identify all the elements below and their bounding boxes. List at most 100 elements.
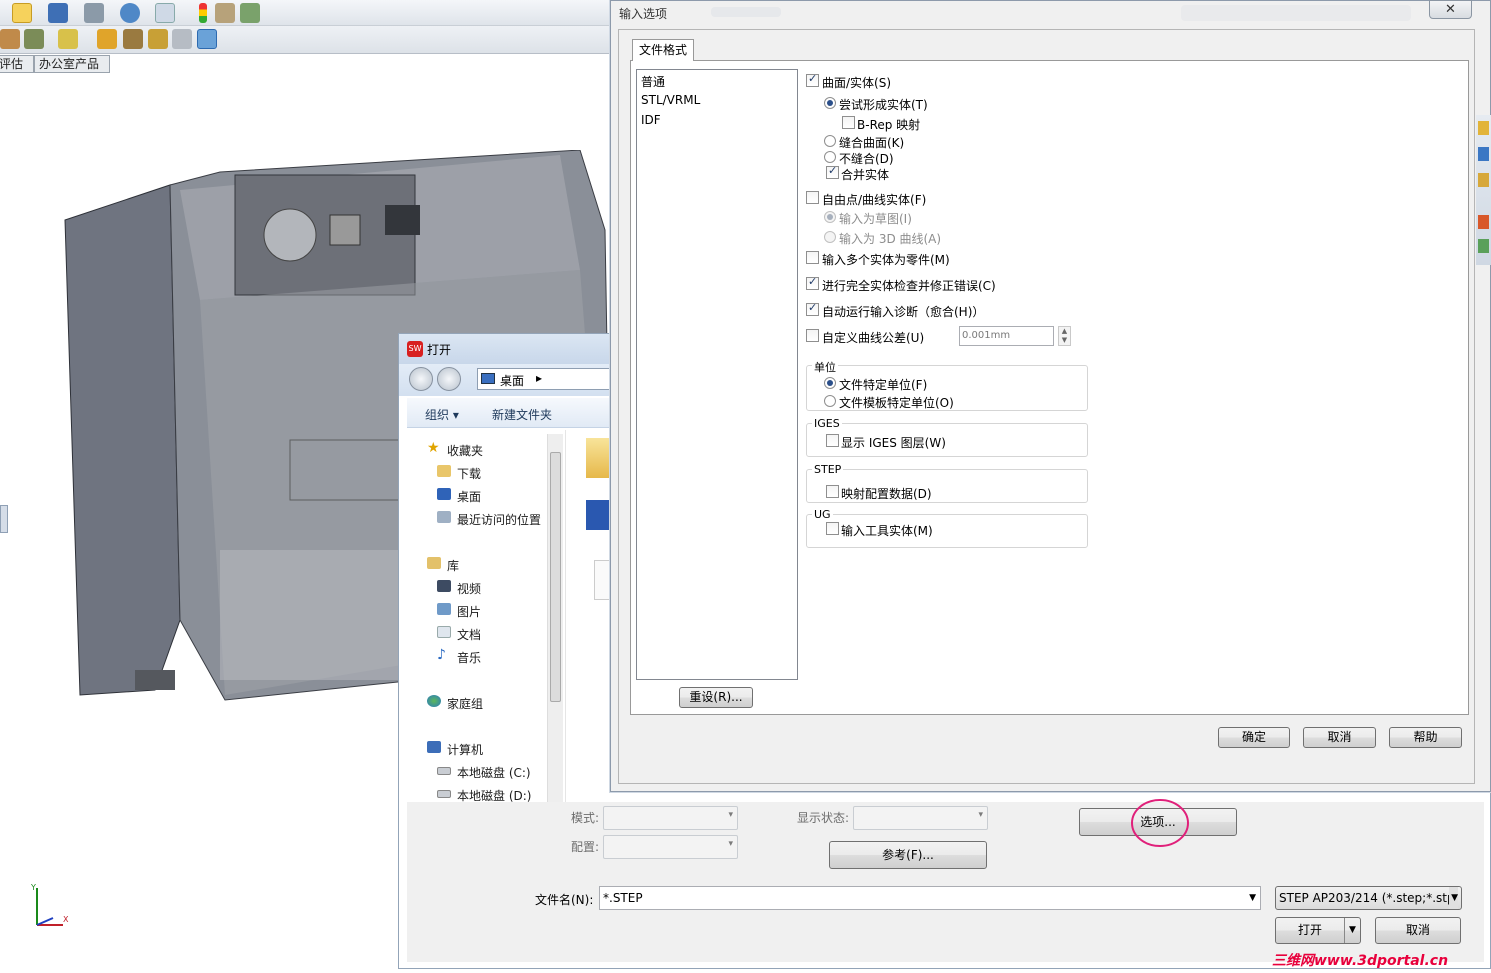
tool-icon-8[interactable] <box>197 29 217 49</box>
show-iges-levels-checkbox[interactable] <box>826 434 839 447</box>
try-form-solid-radio[interactable] <box>824 97 836 109</box>
cancel-button[interactable]: 取消 <box>1303 727 1376 748</box>
computer-tree-icon <box>427 741 441 753</box>
tree-computer[interactable]: 计算机 <box>447 741 483 758</box>
tree-downloads[interactable]: 下载 <box>457 465 481 482</box>
map-config-data-checkbox[interactable] <box>826 485 839 498</box>
template-units-radio[interactable] <box>824 395 836 407</box>
surfaces-solids-checkbox[interactable] <box>806 72 819 87</box>
task-pane-icon-2[interactable] <box>1478 147 1489 161</box>
full-check-checkbox[interactable] <box>806 275 819 290</box>
side-collapse-handle[interactable] <box>0 505 8 533</box>
custom-tolerance-checkbox[interactable] <box>806 329 819 342</box>
tool-icon-4[interactable] <box>97 29 117 49</box>
mode-select[interactable] <box>603 806 738 830</box>
folder-icon[interactable] <box>586 438 612 478</box>
ok-button[interactable]: 确定 <box>1218 727 1290 748</box>
forward-button[interactable] <box>437 367 461 391</box>
breadcrumb-arrow-icon[interactable]: ▸ <box>536 371 542 385</box>
format-item-general[interactable]: 普通 <box>641 73 665 90</box>
import-tool-bodies-checkbox[interactable] <box>826 522 839 535</box>
import-as-3d-curve-radio[interactable] <box>824 231 836 243</box>
config-select[interactable] <box>603 835 738 859</box>
tree-pictures[interactable]: 图片 <box>457 603 481 620</box>
open-cancel-button[interactable]: 取消 <box>1375 917 1461 944</box>
tree-libraries[interactable]: 库 <box>447 557 459 574</box>
task-pane-icon-4[interactable] <box>1478 215 1489 229</box>
tree-disk-c[interactable]: 本地磁盘 (C:) <box>457 764 531 781</box>
open-button[interactable]: 打开 ▼ <box>1275 917 1361 944</box>
tree-desktop[interactable]: 桌面 <box>457 488 481 505</box>
tool-icon-5[interactable] <box>123 29 143 49</box>
task-pane-icon-3[interactable] <box>1478 173 1489 187</box>
merge-entities-label: 合并实体 <box>841 168 890 182</box>
file-units-radio[interactable] <box>824 377 836 389</box>
properties-icon[interactable] <box>240 3 260 23</box>
free-point-curve-checkbox[interactable] <box>806 191 819 204</box>
tool-icon-3[interactable] <box>58 29 78 49</box>
filename-input[interactable]: *.STEP ▼ <box>599 886 1261 910</box>
template-units-label: 文件模板特定单位(O) <box>839 396 954 410</box>
axis-y-label: Y <box>30 883 36 892</box>
format-list[interactable]: 普通 STL/VRML IDF <box>636 69 798 680</box>
options-icon[interactable] <box>215 3 235 23</box>
tool-icon-1[interactable] <box>0 29 20 49</box>
tree-music[interactable]: 音乐 <box>457 649 481 666</box>
tree-videos[interactable]: 视频 <box>457 580 481 597</box>
knit-surfaces-label: 缝合曲面(K) <box>839 136 905 150</box>
tolerance-spinner-icon[interactable]: ▲ ▼ <box>1058 326 1071 346</box>
tool-icon-6[interactable] <box>148 29 168 49</box>
format-item-idf[interactable]: IDF <box>641 113 661 127</box>
filename-dropdown-icon[interactable]: ▼ <box>1249 887 1256 909</box>
tree-recent[interactable]: 最近访问的位置 <box>457 511 541 528</box>
filetype-dropdown-icon[interactable]: ▼ <box>1449 887 1458 909</box>
tab-office-products[interactable]: 办公室产品 <box>34 55 110 73</box>
tree-scrollbar[interactable] <box>547 434 563 802</box>
select-icon[interactable] <box>155 3 175 23</box>
print-icon[interactable] <box>84 3 104 23</box>
import-as-sketch-radio[interactable] <box>824 211 836 223</box>
organize-button[interactable]: 组织 ▾ <box>425 406 459 423</box>
auto-diagnostics-checkbox[interactable] <box>806 301 819 316</box>
import-multiple-bodies-checkbox[interactable] <box>806 251 819 264</box>
save-icon[interactable] <box>48 3 68 23</box>
disk-c-icon <box>437 767 451 775</box>
coordinate-triad: Y X <box>30 883 69 926</box>
surfaces-solids-label: 曲面/实体(S) <box>822 76 892 90</box>
tab-file-format[interactable]: 文件格式 <box>632 39 694 61</box>
task-pane-icon-1[interactable] <box>1478 121 1489 135</box>
open-file-icon[interactable] <box>12 3 32 23</box>
tree-favorites[interactable]: 收藏夹 <box>447 442 483 459</box>
rebuild-icon[interactable] <box>199 3 207 23</box>
tolerance-input[interactable]: 0.001mm <box>959 326 1054 346</box>
back-button[interactable] <box>409 367 433 391</box>
display-state-select[interactable] <box>853 806 988 830</box>
reset-button[interactable]: 重设(R)... <box>679 687 753 708</box>
close-button[interactable]: ✕ <box>1429 0 1472 19</box>
open-split-arrow-icon[interactable]: ▼ <box>1344 918 1360 943</box>
annotation-circle <box>1131 799 1189 847</box>
task-pane-strip <box>1476 115 1491 265</box>
tree-documents[interactable]: 文档 <box>457 626 481 643</box>
knit-surfaces-radio[interactable] <box>824 135 836 147</box>
do-not-knit-radio[interactable] <box>824 151 836 163</box>
scroll-thumb[interactable] <box>550 452 561 702</box>
filetype-select[interactable]: STEP AP203/214 (*.step;*.stp ▼ <box>1275 886 1462 910</box>
undo-icon[interactable] <box>120 3 140 23</box>
tab-evaluate[interactable]: 评估 <box>0 55 34 73</box>
address-bar[interactable]: 桌面 ▸ <box>477 368 611 390</box>
tool-icon-2[interactable] <box>24 29 44 49</box>
reference-button[interactable]: 参考(F)... <box>829 841 987 869</box>
tool-icon-7[interactable] <box>172 29 192 49</box>
help-button[interactable]: 帮助 <box>1389 727 1462 748</box>
new-folder-button[interactable]: 新建文件夹 <box>492 406 552 423</box>
computer-icon[interactable] <box>586 500 612 530</box>
video-icon <box>437 580 451 592</box>
breadcrumb-desktop[interactable]: 桌面 <box>500 372 524 389</box>
format-item-stl[interactable]: STL/VRML <box>641 93 700 107</box>
task-pane-icon-5[interactable] <box>1478 239 1489 253</box>
tree-homegroup[interactable]: 家庭组 <box>447 695 483 712</box>
brep-mapping-checkbox[interactable] <box>842 116 855 129</box>
disk-d-icon <box>437 790 451 798</box>
merge-entities-checkbox[interactable] <box>826 164 839 179</box>
